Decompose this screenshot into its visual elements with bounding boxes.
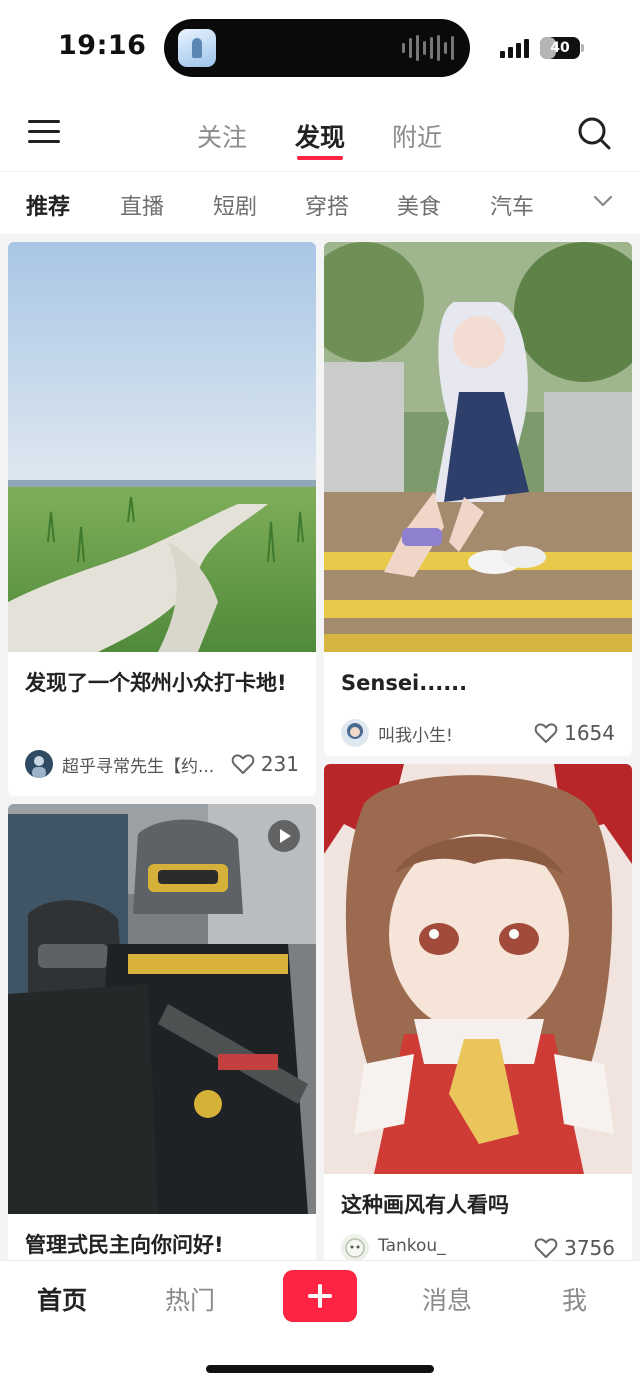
chevron-down-icon[interactable] <box>592 194 614 208</box>
top-nav: 关注 发现 附近 <box>0 96 640 172</box>
avatar[interactable] <box>341 1234 369 1260</box>
tab-me[interactable]: 我 <box>562 1281 587 1317</box>
like-button[interactable]: 3756 <box>534 1234 615 1260</box>
screen: 19:16 40 关注 发现 附近 推荐 直播 短剧 穿搭 美食 汽车 发现了一… <box>0 0 640 1387</box>
app-icon[interactable] <box>178 29 216 67</box>
tab-messages[interactable]: 消息 <box>422 1281 472 1317</box>
note-meta: 叫我小生! 1654 <box>341 719 615 749</box>
note-card[interactable]: Sensei...... 叫我小生! 1654 <box>324 242 632 756</box>
signal-icon <box>500 38 529 58</box>
note-card[interactable]: 这种画风有人看吗 Tankou_ 3756 <box>324 764 632 1260</box>
heart-icon <box>534 1238 558 1258</box>
note-meta: 超乎寻常先生【约... 231 <box>25 750 299 780</box>
tab-home[interactable]: 首页 <box>37 1281 87 1317</box>
battery-icon: 40 <box>540 37 580 59</box>
like-count: 1654 <box>564 721 615 745</box>
author-name[interactable]: 超乎寻常先生【约... <box>62 752 222 777</box>
tab-nearby[interactable]: 附近 <box>392 118 442 154</box>
note-meta: Tankou_ 3756 <box>341 1234 615 1260</box>
dynamic-island[interactable] <box>164 19 470 77</box>
audio-wave-icon <box>402 35 454 61</box>
status-time: 19:16 <box>58 30 147 61</box>
feed: 发现了一个郑州小众打卡地! 超乎寻常先生【约... 231 Sensei....… <box>0 234 640 1260</box>
note-title[interactable]: Sensei...... <box>341 666 611 700</box>
note-card[interactable]: 发现了一个郑州小众打卡地! 超乎寻常先生【约... 231 <box>8 242 316 796</box>
category-recommend[interactable]: 推荐 <box>26 189 70 221</box>
home-indicator[interactable] <box>206 1365 434 1373</box>
note-title[interactable]: 发现了一个郑州小众打卡地! <box>25 666 295 700</box>
avatar[interactable] <box>341 719 369 747</box>
battery-text: 40 <box>550 40 570 56</box>
tab-discover[interactable]: 发现 <box>295 118 345 154</box>
author-name[interactable]: 叫我小生! <box>378 721 518 746</box>
add-button[interactable] <box>283 1270 357 1322</box>
tab-follow[interactable]: 关注 <box>197 118 247 154</box>
search-icon[interactable] <box>577 116 611 150</box>
like-button[interactable]: 231 <box>231 750 299 778</box>
heart-icon <box>534 723 558 743</box>
active-tab-indicator <box>297 156 343 160</box>
status-bar: 19:16 40 <box>0 0 640 96</box>
armor-cosplay-photo[interactable] <box>8 804 316 1214</box>
note-card[interactable]: 管理式民主向你问好! <box>8 804 316 1260</box>
battery-cap <box>581 44 584 52</box>
category-short-drama[interactable]: 短剧 <box>213 189 257 221</box>
like-button[interactable]: 1654 <box>534 719 615 747</box>
cosplay-photo[interactable] <box>324 242 632 652</box>
menu-icon[interactable] <box>28 118 62 146</box>
avatar[interactable] <box>25 750 53 778</box>
play-icon[interactable] <box>268 820 300 852</box>
tab-hot[interactable]: 热门 <box>165 1281 215 1317</box>
note-title[interactable]: 这种画风有人看吗 <box>341 1188 611 1222</box>
category-car[interactable]: 汽车 <box>490 189 534 221</box>
note-title[interactable]: 管理式民主向你问好! <box>25 1228 295 1260</box>
category-bar: 推荐 直播 短剧 穿搭 美食 汽车 <box>0 172 640 234</box>
category-live[interactable]: 直播 <box>120 189 164 221</box>
category-outfit[interactable]: 穿搭 <box>305 189 349 221</box>
category-food[interactable]: 美食 <box>397 189 441 221</box>
like-count: 231 <box>260 752 299 776</box>
grassland-photo[interactable] <box>8 242 316 652</box>
anime-illustration[interactable] <box>324 764 632 1174</box>
like-count: 3756 <box>564 1236 615 1260</box>
heart-icon <box>231 754 255 774</box>
bottom-tab-bar: 首页 热门 消息 我 <box>0 1260 640 1387</box>
author-name[interactable]: Tankou_ <box>378 1236 518 1256</box>
